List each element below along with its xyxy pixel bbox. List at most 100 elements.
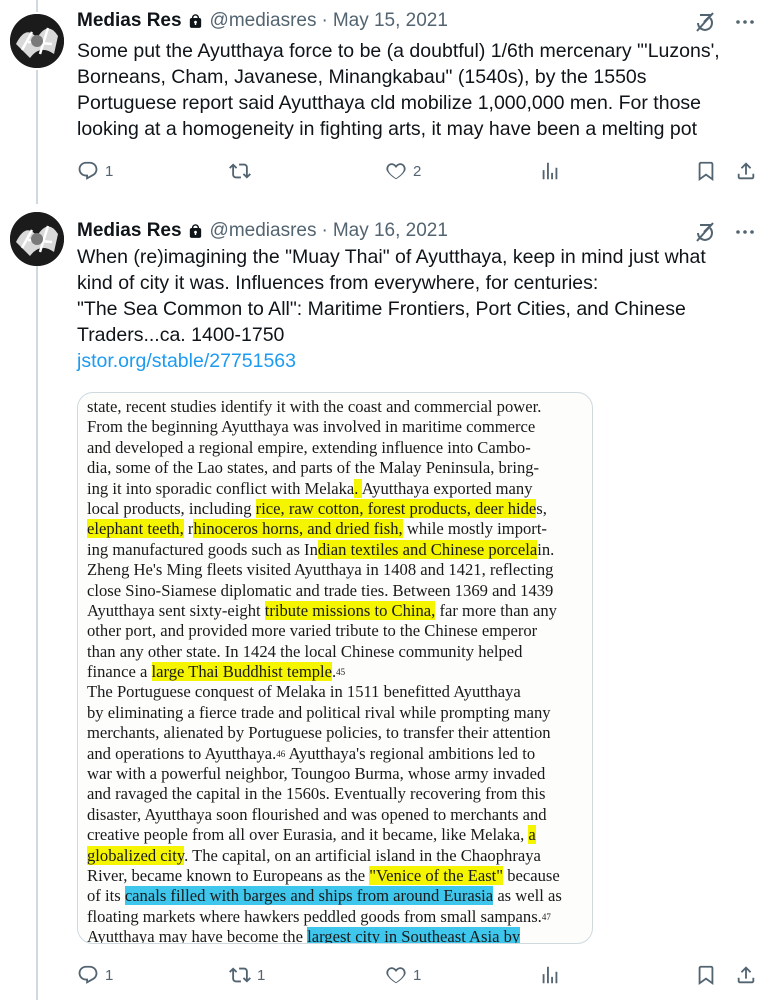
yellow-highlight: large Thai Buddhist temple [151, 662, 333, 682]
book-page-line: by eliminating a fierce trade and politi… [87, 703, 587, 723]
tweet-text-line: looking at a homogeneity in fighting art… [77, 118, 698, 140]
display-name[interactable]: Medias Res [77, 10, 182, 32]
reply-button[interactable]: 1 [77, 160, 113, 182]
book-text-segment: local products, including [87, 498, 256, 518]
avatar-image [10, 14, 64, 68]
like-button[interactable]: 1 [385, 964, 421, 986]
book-text-segment: disaster, Ayutthaya soon flourished and … [87, 804, 547, 824]
retweet-button[interactable] [229, 160, 257, 182]
book-text-segment: in. [537, 539, 555, 559]
more-icon[interactable] [733, 220, 757, 244]
footnote-marker: 45 [336, 667, 346, 678]
like-button[interactable]: 2 [385, 160, 421, 182]
retweet-icon [229, 163, 251, 179]
grok-icon[interactable] [693, 10, 717, 34]
book-text-segment: war with a powerful neighbor, Toungoo Bu… [87, 764, 546, 784]
retweet-icon [229, 967, 251, 983]
book-text-segment: while mostly import- [402, 519, 547, 539]
handle[interactable]: @mediasres [210, 220, 317, 242]
book-page-line: finance a large Thai Buddhist temple.45 [87, 662, 587, 682]
book-page-text: state, recent studies identify it with t… [87, 397, 587, 944]
book-text-segment: by eliminating a fierce trade and politi… [87, 702, 551, 722]
yellow-highlight: elephant teeth, [87, 519, 184, 539]
tweet-text-line: kind of city it was. Influences from eve… [77, 272, 599, 294]
book-text-segment: dia, some of the Lao states, and parts o… [87, 458, 540, 478]
handle[interactable]: @mediasres [210, 10, 317, 32]
book-page-line: war with a powerful neighbor, Toungoo Bu… [87, 764, 587, 784]
reply-icon [78, 161, 98, 180]
book-text-segment: Ayutthaya exported many [361, 478, 533, 498]
lock-icon [189, 13, 201, 28]
book-page-line: River, became known to Europeans as the … [87, 865, 587, 886]
yellow-highlight: . [354, 478, 362, 498]
book-text-segment: than any other state. In 1424 the local … [87, 641, 523, 661]
retweet-button[interactable]: 1 [229, 964, 265, 986]
tweet-text-line: When (re)imagining the "Muay Thai" of Ay… [77, 246, 706, 268]
timestamp[interactable]: May 15, 2021 [333, 10, 448, 32]
like-icon [386, 967, 406, 984]
book-text-segment: creative people from all over Eurasia, a… [87, 825, 529, 845]
views-button[interactable] [539, 964, 561, 986]
yellow-highlight: tribute missions to China, [264, 600, 436, 620]
reply-icon [78, 965, 98, 984]
yellow-highlight: dian textiles and Chinese porcela [317, 539, 538, 559]
avatar[interactable] [10, 14, 64, 68]
book-text-segment: as well as [493, 886, 562, 906]
more-icon[interactable] [733, 10, 757, 34]
reply-button[interactable]: 1 [77, 964, 113, 986]
views-icon [542, 162, 558, 180]
grok-icon[interactable] [693, 220, 717, 244]
attached-image-book-page[interactable]: state, recent studies identify it with t… [77, 392, 593, 944]
book-page-line: elephant teeth, rhinoceros horns, and dr… [87, 519, 587, 539]
share-button[interactable] [735, 160, 757, 182]
tweet-text: When (re)imagining the "Muay Thai" of Ay… [77, 244, 757, 374]
yellow-highlight: "Venice of the East" [369, 865, 504, 885]
tweet-text-line: Some put the Ayutthaya force to be (a do… [77, 40, 720, 62]
book-page-line: local products, including rice, raw cott… [87, 498, 587, 519]
footnote-marker: 47 [541, 911, 551, 922]
like-icon [386, 163, 406, 180]
blue-highlight: canals filled with barges and ships from… [124, 886, 494, 906]
book-page-line: disaster, Ayutthaya soon flourished and … [87, 805, 587, 825]
share-icon [737, 966, 755, 984]
book-text-segment: Ayutthaya may have become the [87, 927, 308, 944]
tweet-text-line: Traders...ca. 1400-1750 [77, 324, 285, 346]
reply-count: 1 [105, 162, 114, 180]
bookmark-button[interactable] [695, 964, 717, 986]
book-text-segment: merchants, alienated by Portuguese polic… [87, 723, 551, 743]
bookmark-button[interactable] [695, 160, 717, 182]
book-text-segment: of its [87, 886, 125, 906]
book-page-line: floating markets where hawkers peddled g… [87, 907, 587, 927]
book-page-line: and operations to Ayutthaya.46 Ayutthaya… [87, 744, 587, 764]
book-page-line: and developed a regional empire, extendi… [87, 438, 587, 458]
tweet-1[interactable]: Medias Res @mediasres · May 15, 2021 Som… [0, 0, 783, 200]
avatar[interactable] [10, 212, 64, 266]
book-page-line: than any other state. In 1424 the local … [87, 642, 587, 662]
yellow-highlight: globalized city [87, 845, 185, 865]
separator-dot: · [321, 10, 328, 31]
book-text-segment: Ayutthaya's regional ambitions led to [285, 743, 536, 763]
views-button[interactable] [539, 160, 561, 182]
yellow-highlight: hinoceros horns, and dried fish, [193, 519, 403, 539]
yellow-highlight: rice, raw cotton, forest products, deer … [255, 498, 537, 518]
like-count: 2 [413, 162, 422, 180]
book-page-line: ing manufactured goods such as Indian te… [87, 539, 587, 560]
book-page-line: Zheng He's Ming fleets visited Ayutthaya… [87, 560, 587, 580]
book-text-segment: Ayutthaya sent sixty-eight [87, 600, 265, 620]
book-page-line: Ayutthaya may have become the largest ci… [87, 927, 587, 944]
tweet-header: Medias Res @mediasres · May 15, 2021 [77, 8, 448, 34]
share-button[interactable] [735, 964, 757, 986]
book-text-segment: From the beginning Ayutthaya was involve… [87, 417, 536, 437]
timestamp[interactable]: May 16, 2021 [333, 220, 448, 242]
jstor-link[interactable]: jstor.org/stable/27751563 [77, 350, 296, 372]
book-page-line: close Sino-Siamese diplomatic and trade … [87, 581, 587, 601]
tweet-header: Medias Res @mediasres · May 16, 2021 [77, 218, 448, 244]
display-name[interactable]: Medias Res [77, 220, 182, 242]
tweet-actions: 1 2 [77, 160, 767, 186]
tweet-text-line: Portuguese report said Ayutthaya cld mob… [77, 92, 702, 114]
like-count: 1 [413, 966, 422, 984]
views-icon [542, 966, 558, 984]
tweet-text-line: "The Sea Common to All": Maritime Fronti… [77, 298, 686, 320]
book-text-segment: . The capital, on an artificial island i… [184, 845, 541, 865]
book-text-segment: and operations to Ayutthaya. [87, 743, 277, 763]
